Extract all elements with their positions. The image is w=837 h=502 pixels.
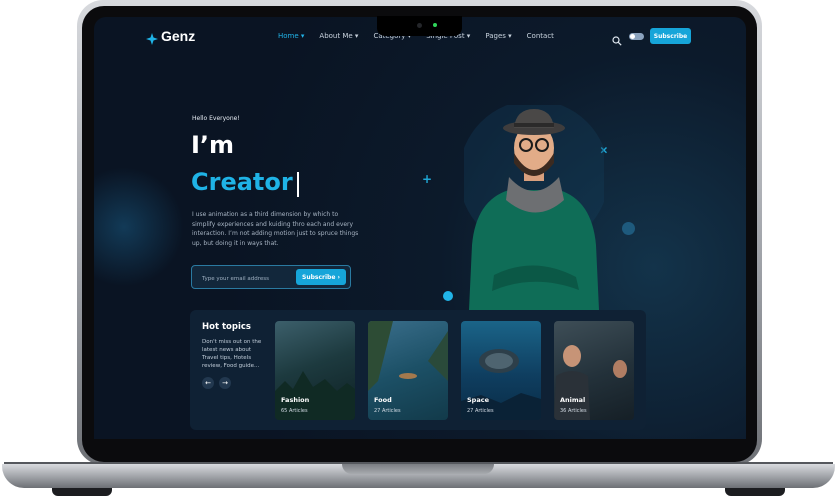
hero-portrait [459,100,609,314]
nav-item-label: Pages [485,32,506,40]
camera-light [433,23,437,27]
theme-toggle[interactable] [629,33,644,40]
hero-headline: I’m [191,131,235,159]
decor-dot [443,291,453,301]
nav-item-label: About Me [319,32,353,40]
decor-circle [622,222,635,235]
topic-card-space[interactable]: Space 27 Articles [461,321,541,420]
card-title: Fashion [281,396,310,404]
email-form: Subscribe › [191,265,351,289]
subscribe-button[interactable]: Subscribe [650,28,691,44]
greeting: Hello Everyone! [192,115,240,122]
glow [94,167,184,287]
hero-role: Creator [191,168,293,196]
laptop-foot-right [725,488,785,496]
arrow-left-icon[interactable]: ← [202,377,214,389]
plus-icon: + [422,172,433,186]
nav-item-home[interactable]: Home ▾ [278,32,304,40]
topic-card-food[interactable]: Food 27 Articles [368,321,448,420]
search-icon[interactable] [612,31,622,50]
camera-icon [417,23,422,28]
laptop-thumb-notch [342,464,494,474]
card-subtitle: 27 Articles [374,408,401,414]
arrow-right-icon: › [335,273,340,281]
laptop-foot-left [52,488,112,496]
hot-topics-title: Hot topics [202,322,251,332]
card-title: Space [467,396,489,404]
screen: Genz Home ▾ About Me ▾ Category ▾ Single… [94,17,746,439]
card-subtitle: 65 Articles [281,408,308,414]
topic-card-fashion[interactable]: Fashion 65 Articles [275,321,355,420]
nav-item-label: Contact [526,32,554,40]
typing-caret [297,172,299,197]
nav-item-contact[interactable]: Contact [527,32,554,40]
nav-item-label: Home [278,32,299,40]
logo-icon[interactable] [146,30,158,49]
nav-item-pages[interactable]: Pages ▾ [485,32,511,40]
card-subtitle: 27 Articles [467,408,494,414]
email-subscribe-button[interactable]: Subscribe › [296,269,346,285]
hero-description: I use animation as a third dimension by … [192,211,359,247]
brand-name[interactable]: Genz [161,28,195,44]
camera-notch [377,16,462,36]
card-title: Food [374,396,392,404]
card-title: Animal [560,396,586,404]
card-subtitle: 36 Articles [560,408,587,414]
email-input[interactable] [200,272,294,285]
topic-card-animal[interactable]: Animal 36 Articles [554,321,634,420]
hot-topics-description: Don't miss out on the latest news about … [202,339,262,369]
email-subscribe-label: Subscribe [302,273,336,281]
nav-item-about[interactable]: About Me ▾ [319,32,358,40]
arrow-right-icon[interactable]: → [219,377,231,389]
